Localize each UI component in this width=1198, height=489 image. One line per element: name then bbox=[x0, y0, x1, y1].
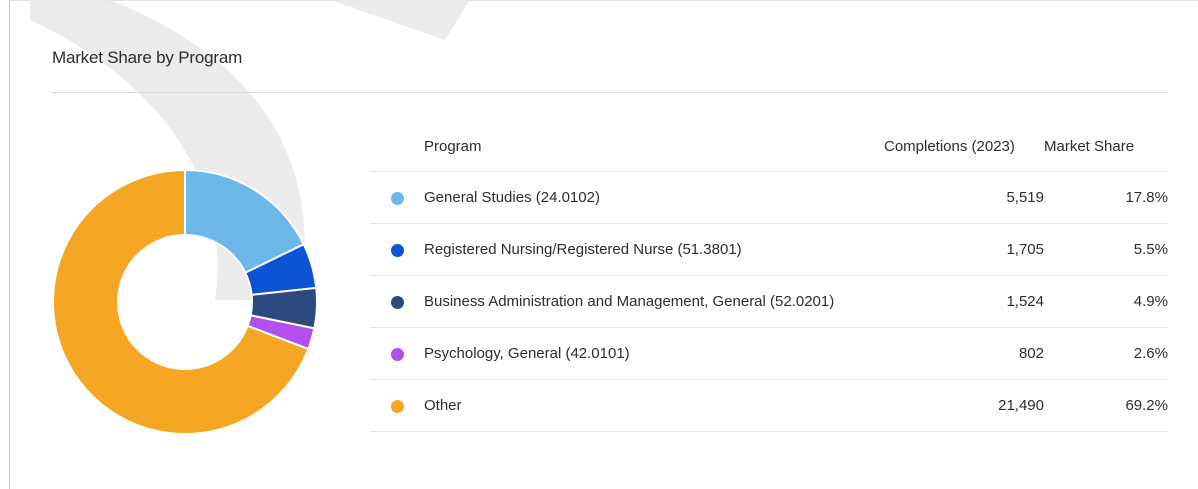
title-divider bbox=[52, 92, 1168, 93]
completions-value: 1,524 bbox=[884, 275, 1044, 328]
dot-icon bbox=[390, 295, 404, 309]
dot-icon bbox=[390, 347, 404, 361]
table-row: Registered Nursing/Registered Nurse (51.… bbox=[370, 223, 1168, 276]
program-table: Program Completions (2023) Market Share … bbox=[370, 121, 1168, 432]
completions-value: 5,519 bbox=[884, 171, 1044, 224]
table-row: Other 21,490 69.2% bbox=[370, 379, 1168, 432]
legend-swatch bbox=[370, 223, 424, 276]
program-name: Other bbox=[424, 379, 884, 432]
market-share-value: 17.8% bbox=[1044, 171, 1168, 224]
legend-swatch bbox=[370, 379, 424, 432]
table-row: Psychology, General (42.0101) 802 2.6% bbox=[370, 327, 1168, 380]
completions-value: 21,490 bbox=[884, 379, 1044, 432]
legend-swatch bbox=[370, 327, 424, 380]
market-share-value: 2.6% bbox=[1044, 327, 1168, 380]
program-name: Registered Nursing/Registered Nurse (51.… bbox=[424, 223, 884, 276]
header-market-share: Market Share bbox=[1044, 121, 1168, 172]
completions-value: 802 bbox=[884, 327, 1044, 380]
program-name: General Studies (24.0102) bbox=[424, 171, 884, 224]
dot-icon bbox=[390, 399, 404, 413]
legend-swatch bbox=[370, 275, 424, 328]
dot-icon bbox=[390, 191, 404, 205]
program-name: Business Administration and Management, … bbox=[424, 275, 884, 328]
market-share-value: 5.5% bbox=[1044, 223, 1168, 276]
header-program: Program bbox=[424, 121, 884, 172]
table-row: Business Administration and Management, … bbox=[370, 275, 1168, 328]
header-completions: Completions (2023) bbox=[884, 121, 1044, 172]
market-share-value: 4.9% bbox=[1044, 275, 1168, 328]
table-header-row: Program Completions (2023) Market Share bbox=[370, 121, 1168, 172]
market-share-value: 69.2% bbox=[1044, 379, 1168, 432]
completions-value: 1,705 bbox=[884, 223, 1044, 276]
donut-chart bbox=[52, 168, 318, 435]
header-swatch bbox=[370, 121, 424, 172]
legend-swatch bbox=[370, 171, 424, 224]
program-name: Psychology, General (42.0101) bbox=[424, 327, 884, 380]
table-row: General Studies (24.0102) 5,519 17.8% bbox=[370, 171, 1168, 224]
chart-title: Market Share by Program bbox=[52, 48, 243, 67]
dot-icon bbox=[390, 243, 404, 257]
